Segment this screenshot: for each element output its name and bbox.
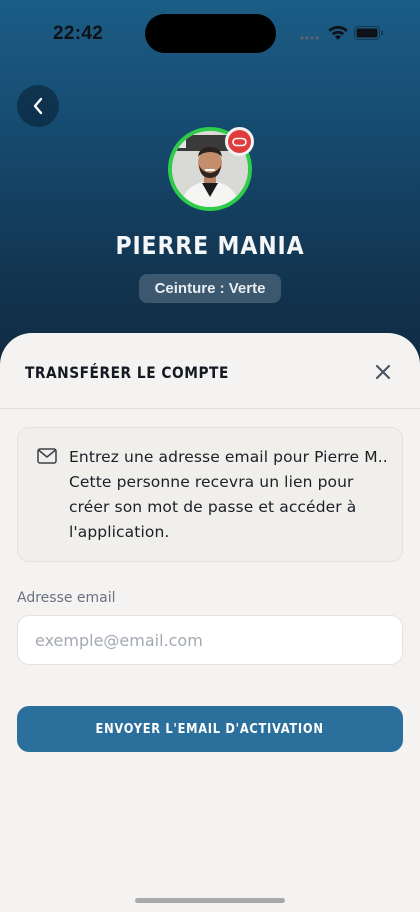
dynamic-island bbox=[145, 14, 276, 53]
email-label: Adresse email bbox=[17, 590, 116, 606]
send-activation-email-button[interactable]: ENVOYER L'EMAIL D'ACTIVATION bbox=[17, 706, 403, 752]
belt-badge: Ceinture : Verte bbox=[139, 274, 281, 303]
profile-name: PIERRE MANIA bbox=[115, 231, 305, 260]
battery-icon bbox=[354, 26, 383, 40]
transfer-account-sheet: TRANSFÉRER LE COMPTE Entrez une adresse … bbox=[0, 333, 420, 912]
info-box: Entrez une adresse email pour Pierre M..… bbox=[17, 427, 403, 562]
close-icon bbox=[375, 364, 391, 380]
avatar-status-badge bbox=[225, 127, 254, 156]
close-button[interactable] bbox=[368, 357, 398, 387]
avatar-container bbox=[168, 127, 254, 211]
email-input[interactable] bbox=[17, 615, 403, 665]
info-text: Entrez une adresse email pour Pierre M..… bbox=[69, 448, 388, 541]
chevron-left-icon bbox=[33, 97, 43, 115]
sheet-divider bbox=[0, 408, 420, 409]
back-button[interactable] bbox=[17, 85, 59, 127]
wifi-icon bbox=[328, 25, 348, 40]
status-bar: 22:42 bbox=[0, 0, 420, 62]
belt-badge-icon bbox=[232, 137, 247, 146]
sheet-title: TRANSFÉRER LE COMPTE bbox=[25, 363, 229, 382]
cellular-signal-icon bbox=[300, 36, 319, 40]
status-time: 22:42 bbox=[53, 23, 104, 44]
send-button-label: ENVOYER L'EMAIL D'ACTIVATION bbox=[95, 721, 325, 737]
home-indicator bbox=[135, 898, 285, 903]
mail-icon bbox=[37, 448, 57, 464]
